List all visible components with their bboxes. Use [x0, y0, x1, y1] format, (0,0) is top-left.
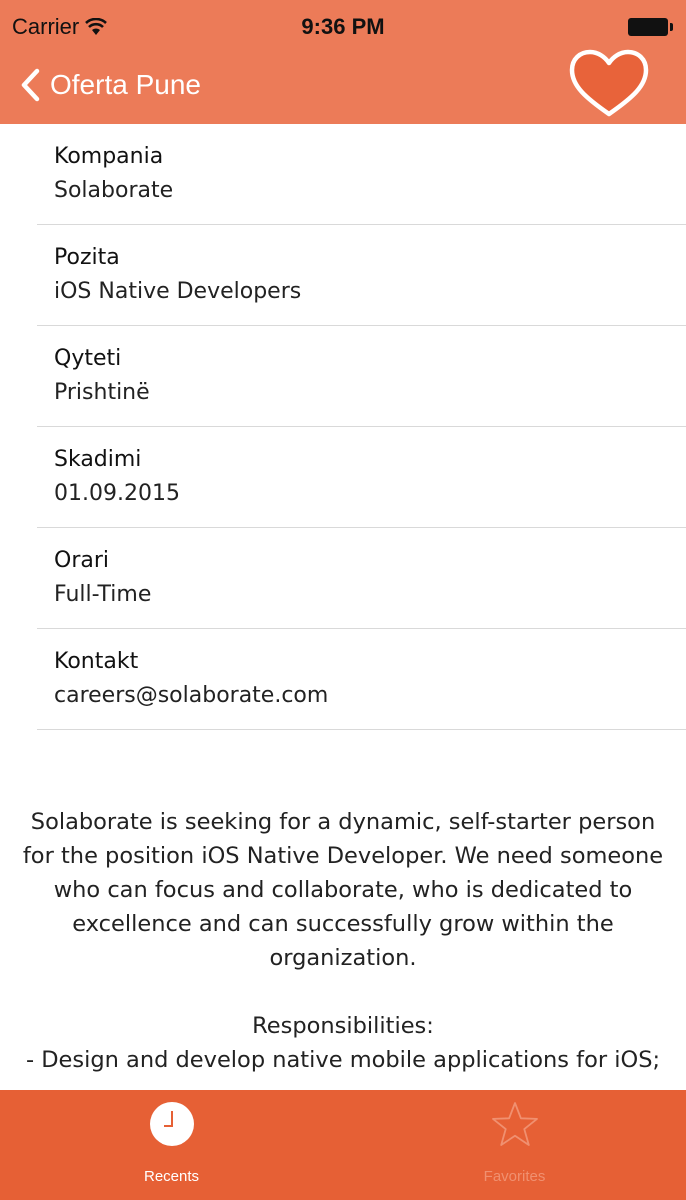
detail-label: Pozita: [54, 245, 120, 270]
tab-recents[interactable]: Recents: [0, 1090, 343, 1200]
detail-label: Kontakt: [54, 649, 139, 674]
detail-row-expiry: Skadimi 01.09.2015: [37, 427, 686, 528]
detail-row-city: Qyteti Prishtinë: [37, 326, 686, 427]
star-icon: [492, 1102, 538, 1146]
description-intro: Solaborate is seeking for a dynamic, sel…: [22, 809, 664, 971]
tab-label: Favorites: [483, 1168, 546, 1185]
detail-value: Prishtinë: [54, 380, 150, 405]
battery-icon: [628, 18, 673, 36]
header: Carrier 9:36 PM Oferta Pune: [0, 0, 686, 124]
job-description: Solaborate is seeking for a dynamic, sel…: [14, 805, 672, 1109]
job-details-list: Kompania Solaborate Pozita iOS Native De…: [0, 124, 686, 730]
responsibilities-heading: Responsibilities:: [252, 1013, 434, 1039]
back-label: Oferta Pune: [50, 69, 201, 100]
tab-bar: Recents Favorites: [0, 1090, 686, 1200]
detail-row-schedule: Orari Full-Time: [37, 528, 686, 629]
clock-icon: [150, 1102, 194, 1146]
detail-row-contact: Kontakt careers@solaborate.com: [37, 629, 686, 730]
tab-favorites[interactable]: Favorites: [343, 1090, 686, 1200]
status-time: 9:36 PM: [301, 14, 385, 39]
detail-row-position: Pozita iOS Native Developers: [37, 225, 686, 326]
detail-value: 01.09.2015: [54, 481, 180, 506]
back-button[interactable]: Oferta Pune: [20, 62, 201, 108]
contact-email-link[interactable]: careers@solaborate.com: [54, 679, 686, 713]
heart-icon[interactable]: [568, 48, 650, 120]
detail-value: Full-Time: [54, 582, 152, 607]
detail-label: Qyteti: [54, 346, 122, 371]
navigation-bar: Oferta Pune: [0, 49, 686, 124]
tab-label: Recents: [143, 1168, 200, 1185]
responsibility-item: - Design and develop native mobile appli…: [25, 1047, 661, 1073]
detail-value: Solaborate: [54, 178, 174, 203]
detail-label: Skadimi: [54, 447, 142, 472]
detail-label: Kompania: [54, 144, 164, 169]
detail-value: iOS Native Developers: [54, 279, 302, 304]
chevron-left-icon: [21, 68, 40, 102]
status-bar: Carrier 9:36 PM: [0, 0, 686, 52]
detail-row-company: Kompania Solaborate: [37, 124, 686, 225]
detail-label: Orari: [54, 548, 109, 573]
